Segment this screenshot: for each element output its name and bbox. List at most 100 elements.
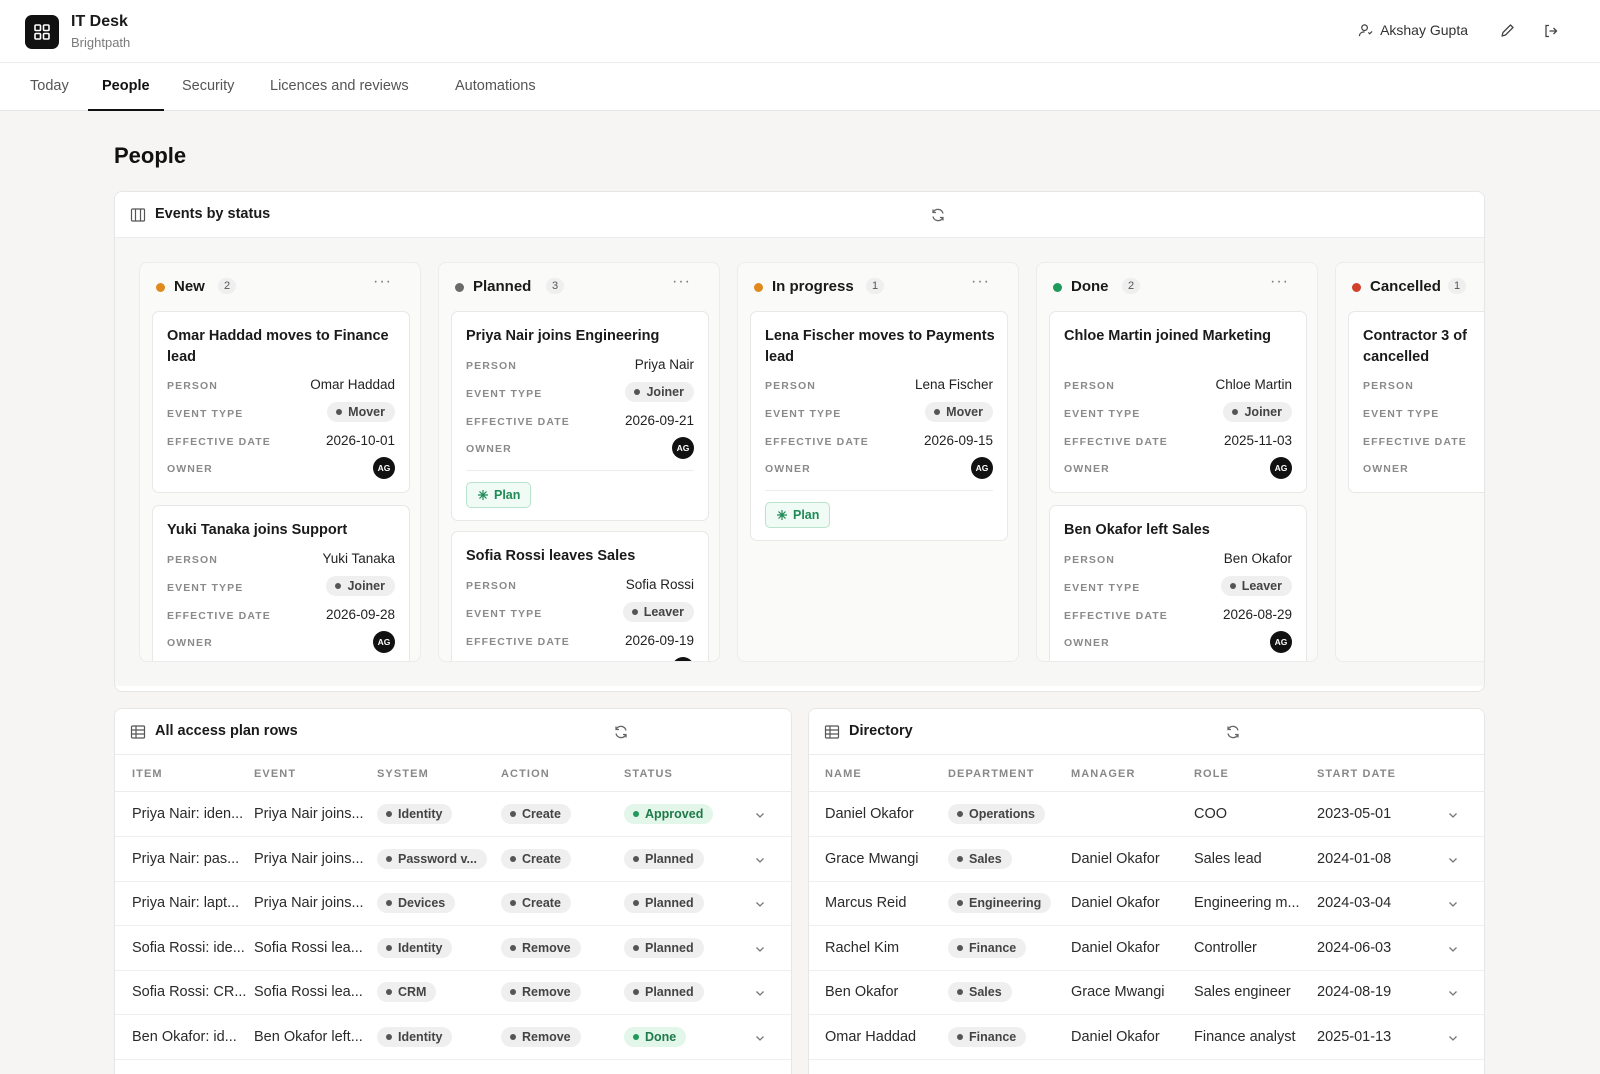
manager-cell: Daniel Okafor [1071,895,1160,911]
column-header-role[interactable]: ROLE [1194,768,1229,780]
effective-date-value: 2026-10-01 [325,433,395,448]
event-card[interactable]: Yuki Tanaka joins Support PERSON Yuki Ta… [152,505,410,661]
column-header-item[interactable]: ITEM [132,768,163,780]
column-header-start-date[interactable]: START DATE [1317,768,1396,780]
field-label: EFFECTIVE DATE [1064,610,1168,622]
field-label: PERSON [466,360,517,372]
more-icon[interactable]: ··· [1270,273,1289,291]
action-badge: Remove [501,1026,581,1047]
action-badge: Create [501,804,571,824]
app-logo[interactable] [25,15,59,49]
user-menu[interactable]: Akshay Gupta [1358,22,1468,38]
owner-avatar[interactable]: AG [971,457,993,479]
owner-avatar[interactable]: AG [1270,631,1292,653]
table-row[interactable]: Omar Haddad Finance Daniel Okafor Finance a… [809,1016,1484,1060]
chevron-down-icon[interactable] [1446,942,1460,956]
table-row[interactable]: Ben Okafor Sales Grace Mwangi Sales enginee… [809,971,1484,1015]
event-type-badge: Joiner [625,382,694,402]
chevron-down-icon[interactable] [753,853,767,867]
start-date-cell: 2025-01-13 [1317,1028,1392,1045]
event-card[interactable]: Contractor 3 of cancelled PERSON EVENT T… [1348,311,1484,493]
event-card[interactable]: Lena Fischer moves to Payments lead PERS… [750,311,1008,541]
card-divider [765,490,993,491]
more-icon[interactable]: ··· [971,273,990,291]
column-header: Planned 3 ··· [439,263,719,309]
table-row[interactable]: Grace Mwangi Sales Daniel Okafor Sales lead… [809,838,1484,882]
table-row[interactable]: Rachel Kim Finance Daniel Okafor Controller… [809,927,1484,971]
chevron-down-icon[interactable] [753,986,767,1000]
column-header-name[interactable]: NAME [825,768,862,780]
table-row[interactable]: Sofia Rossi: CR... Sofia Rossi lea... CRM R… [115,971,791,1015]
event-card[interactable]: Omar Haddad moves to Finance lead PERSON… [152,311,410,493]
table-row[interactable]: Daniel Okafor Operations COO 2023-05-01 [809,793,1484,837]
start-date-cell: 2024-03-04 [1317,895,1392,911]
page-title: People [114,143,187,168]
column-header-department[interactable]: DEPARTMENT [948,768,1035,780]
column-count: 2 [218,278,237,294]
field-label: OWNER [1064,637,1110,649]
card-title: Ben Okafor left Sales [1064,522,1210,538]
owner-avatar[interactable]: AG [1270,457,1292,479]
column-header-status[interactable]: STATUS [624,768,673,780]
refresh-icon[interactable] [930,207,946,223]
chevron-down-icon[interactable] [1446,1031,1460,1045]
column-header-manager[interactable]: MANAGER [1071,768,1136,780]
event-card[interactable]: Priya Nair joins Engineering PERSON Priy… [451,311,709,521]
owner-avatar[interactable]: AG [672,657,694,661]
tab-security[interactable]: Security [168,63,248,111]
field-label: PERSON [167,554,218,566]
more-icon[interactable]: ··· [672,273,691,291]
role-cell: Sales lead [1194,850,1262,867]
event-card[interactable]: Sofia Rossi leaves Sales PERSON Sofia Ro… [451,531,709,661]
column-header-event[interactable]: EVENT [254,768,296,780]
chevron-down-icon[interactable] [753,897,767,911]
table-row[interactable]: Sofia Rossi: ide... Sofia Rossi lea... Ide… [115,927,791,971]
tab-automations[interactable]: Automations [441,63,550,111]
kanban-board[interactable]: New 2 ··· Omar Haddad moves to Finance l… [115,238,1484,686]
table-row[interactable]: Marcus Reid Engineering Daniel Okafor Engin… [809,882,1484,926]
plan-button[interactable]: Plan [765,502,831,528]
event-cell: Sofia Rossi lea... [254,984,363,1000]
person-value: Yuki Tanaka [322,551,395,566]
tab-licences-and-reviews[interactable]: Licences and reviews [256,63,423,111]
event-type-badge: Mover [327,402,395,422]
column-header-action[interactable]: ACTION [501,768,550,780]
edit-button[interactable] [1497,21,1517,41]
table-row[interactable]: Ben Okafor: id... Ben Okafor left... Ident… [115,1016,791,1060]
system-badge: CRM [377,982,437,1002]
event-card[interactable]: Ben Okafor left Sales PERSON Ben Okafor … [1049,505,1307,661]
tab-people[interactable]: People [88,63,164,111]
owner-avatar[interactable]: AG [373,631,395,653]
refresh-icon[interactable] [1225,724,1241,740]
status-dot [1053,283,1062,292]
system-badge: Password v... [377,848,487,869]
column-header: In progress 1 ··· [738,263,1018,309]
more-icon[interactable]: ··· [373,273,392,291]
manager-cell: Daniel Okafor [1071,939,1160,956]
table-header: ITEM EVENT SYSTEM ACTION STATUS [115,755,791,792]
table-row[interactable]: Priya Nair: pas... Priya Nair joins... Pas… [115,838,791,882]
status-dot [455,283,464,292]
system-badge: Identity [377,937,453,958]
plan-button[interactable]: Plan [466,482,532,508]
chevron-down-icon[interactable] [1446,897,1460,911]
column-header-system[interactable]: SYSTEM [377,768,429,780]
event-card[interactable]: Chloe Martin joined Marketing PERSON Chl… [1049,311,1307,493]
logout-button[interactable] [1541,21,1561,41]
column-in-progress: In progress 1 ··· Lena Fischer moves to … [737,262,1019,662]
field-label: EVENT TYPE [466,608,543,620]
refresh-icon[interactable] [613,724,629,740]
chevron-down-icon[interactable] [753,808,767,822]
chevron-down-icon[interactable] [1446,808,1460,822]
owner-avatar[interactable]: AG [373,457,395,479]
tab-today[interactable]: Today [16,63,83,111]
chevron-down-icon[interactable] [753,1031,767,1045]
field-label: EFFECTIVE DATE [167,610,271,622]
table-row[interactable]: Priya Nair: iden... Priya Nair joins... Id… [115,793,791,837]
chevron-down-icon[interactable] [1446,986,1460,1000]
chevron-down-icon[interactable] [753,942,767,956]
chevron-down-icon[interactable] [1446,853,1460,867]
owner-avatar[interactable]: AG [672,437,694,459]
status-badge: Planned [624,893,704,913]
table-row[interactable]: Priya Nair: lapt... Priya Nair joins... De… [115,882,791,926]
